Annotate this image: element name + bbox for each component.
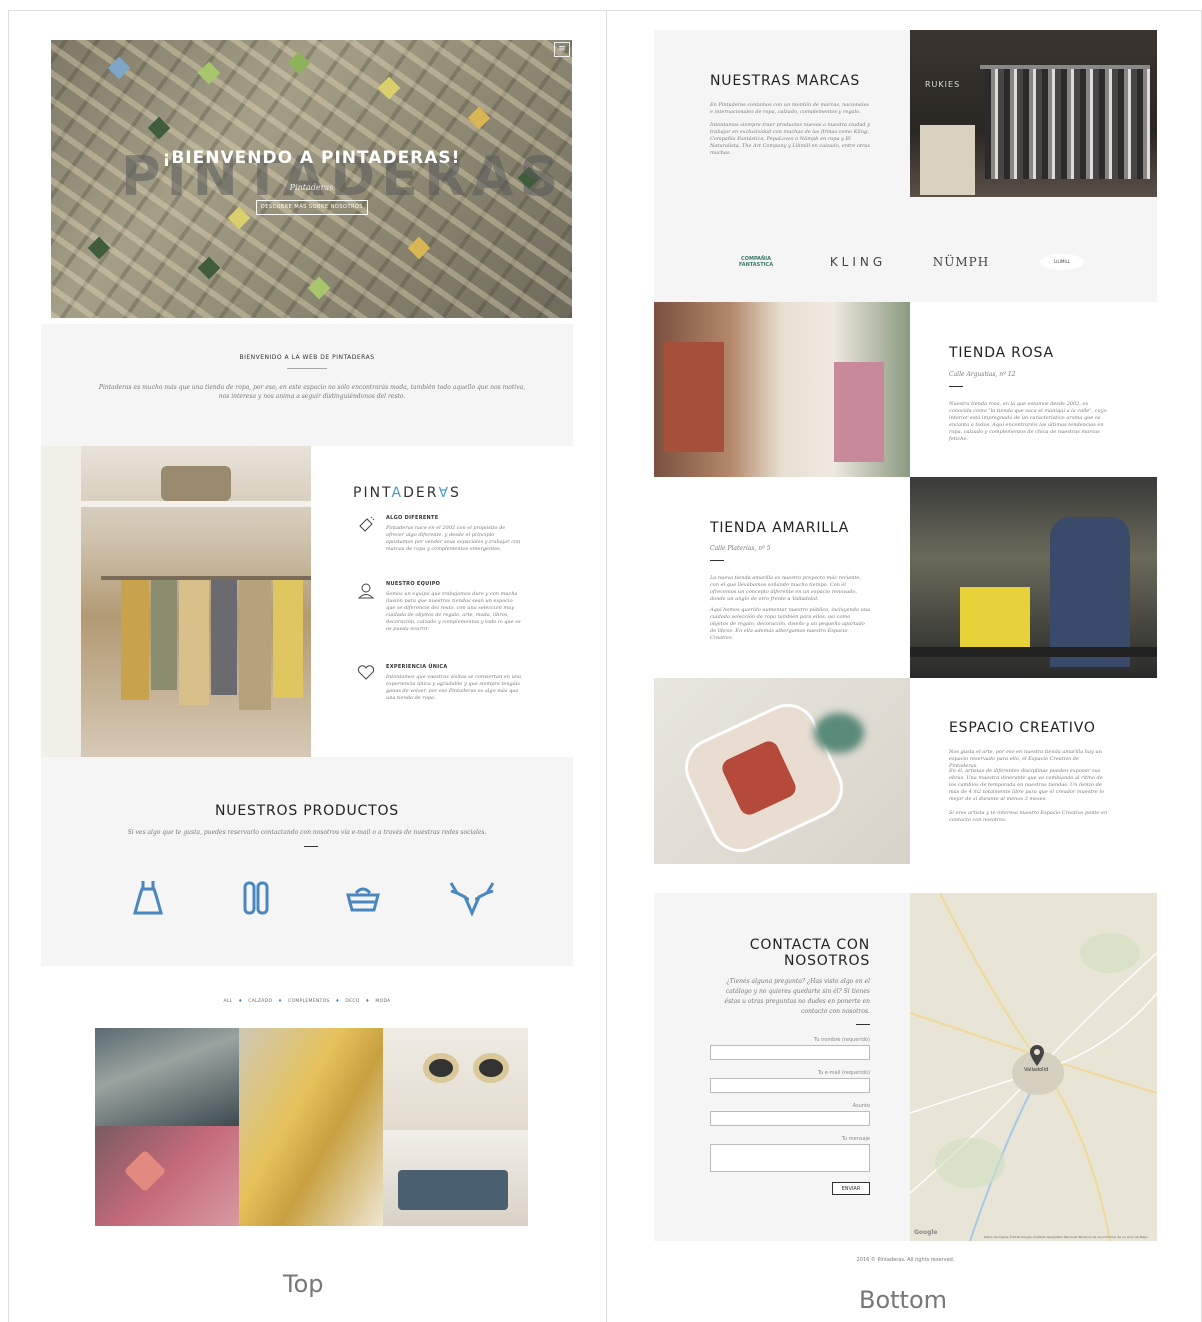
brands-heading: NUESTRAS MARCAS (710, 73, 861, 89)
logo-kling: KLING (829, 255, 887, 269)
shoes-icon[interactable] (243, 881, 269, 915)
contact-divider (856, 1024, 870, 1025)
espacio-creativo-text-1: Nos gusta el arte, por eso en nuestra ti… (949, 749, 1102, 769)
products-section: NUESTROS PRODUCTOS Si ves algo que te gu… (41, 757, 573, 966)
shop-sign: RUKIES (925, 80, 961, 89)
products-text: Si ves algo que te gusta, puedes reserva… (127, 829, 487, 836)
tienda-amarilla-heading: TIENDA AMARILLA (710, 520, 850, 536)
product-photo-wood-strips[interactable] (239, 1028, 383, 1226)
contact-heading: CONTACTA CON NOSOTROS (700, 937, 870, 969)
name-field[interactable] (710, 1045, 870, 1060)
tienda-rosa-address: Calle Argustias, nº 12 (949, 371, 1016, 378)
filter-separator: ♦ (365, 999, 370, 1004)
email-field-label: Tu e-mail (requerido) (817, 1070, 870, 1076)
tienda-amarilla-text-1: La nueva tienda amarilla es nuestro proy… (710, 575, 861, 602)
footer-copyright: 2016 © Pintaderas. All rights reserved. (856, 1257, 955, 1263)
feature-text-nuestro-equipo: Somos un equipo que trabajamos duro y co… (386, 591, 521, 632)
caption-top: Top (283, 1270, 324, 1298)
espacio-creativo-heading: ESPACIO CREATIVO (949, 720, 1096, 736)
feature-title-experiencia-unica: EXPERIENCIA ÚNICA (386, 664, 448, 670)
logo-compania-fantastica: COMPAÑIA FANTASTICA (738, 256, 774, 268)
filter-separator: ♦ (278, 999, 283, 1004)
person-icon (357, 583, 375, 599)
tienda-rosa-photo (654, 302, 910, 477)
welcome-heading: BIENVENIDO A LA WEB DE PINTADERAS (239, 354, 375, 361)
heart-icon (357, 665, 375, 680)
caption-bottom: Bottom (859, 1286, 948, 1314)
espacio-creativo-text-2: En él, artistas de diferentes disciplina… (949, 768, 1104, 802)
filter-separator: ♦ (335, 999, 340, 1004)
deer-icon[interactable] (447, 881, 497, 917)
name-field-label: Tu nombre (requerido) (814, 1037, 870, 1043)
tienda-amarilla-divider (710, 560, 724, 561)
email-field[interactable] (710, 1078, 870, 1093)
filter-complementos[interactable]: COMPLEMENTOS (288, 999, 329, 1004)
products-divider (304, 846, 318, 847)
map-city-label: Valladolid (1024, 1067, 1049, 1073)
tienda-amarilla-photo (910, 477, 1157, 678)
feature-text-algo-diferente: Pintaderas nace en el 2002 con el propós… (386, 525, 521, 552)
product-photo-bags[interactable] (383, 1130, 528, 1226)
sparkle-icon (359, 516, 375, 532)
filter-all[interactable]: ALL (223, 999, 232, 1004)
tienda-amarilla-address: Calle Platerías, nº 5 (710, 545, 771, 552)
message-field[interactable] (710, 1144, 870, 1172)
brands-store-photo: RUKIES (910, 30, 1157, 197)
contact-heading-line-1: CONTACTA CON (749, 937, 870, 953)
espacio-creativo-photo (654, 678, 910, 864)
location-map[interactable]: Valladolid Google Datos de mapas ©2016 G… (910, 893, 1157, 1241)
filter-calzado[interactable]: CALZADO (248, 999, 272, 1004)
message-field-label: Tu mensaje (841, 1136, 870, 1142)
map-attribution: Datos de mapas ©2016 Google, Instituto G… (984, 1235, 1148, 1239)
store-clothes-photo (41, 446, 311, 757)
map-pin-icon[interactable] (1029, 1045, 1045, 1067)
subject-field-label: Asunto (852, 1103, 870, 1109)
tienda-rosa-divider (949, 386, 963, 387)
feature-title-algo-diferente: ALGO DIFERENTE (386, 515, 439, 521)
basket-icon[interactable] (346, 885, 380, 913)
filter-deco[interactable]: DECO (345, 999, 359, 1004)
brands-text-1: En Pintaderas contamos con un montón de … (710, 102, 870, 115)
product-photo-zipper[interactable] (95, 1028, 239, 1126)
subject-field[interactable] (710, 1111, 870, 1126)
logo-numph: NÜMPH (932, 255, 990, 269)
menu-icon[interactable]: ≡ (554, 42, 570, 57)
filter-moda[interactable]: MODA (375, 999, 390, 1004)
brands-text-2: Intentamos siempre traer productos nuevo… (710, 122, 870, 156)
feature-text-experiencia-unica: Intentamos que vuestras visitas se convi… (386, 674, 521, 701)
dress-icon[interactable] (133, 879, 163, 917)
products-heading: NUESTROS PRODUCTOS (215, 803, 399, 819)
logo-lilimill: LILIMILL (1040, 254, 1084, 270)
contact-text: ¿Tienes alguna pregunta? ¿Has visto algo… (724, 978, 870, 1015)
discover-more-button[interactable]: DESCUBRE MÁS SOBRE NOSOTROS (256, 200, 368, 215)
welcome-section: BIENVENIDO A LA WEB DE PINTADERAS Pintad… (41, 324, 573, 446)
pintaderas-logo: PINTADER∀S (353, 485, 461, 501)
welcome-text: Pintaderas es mucho más que una tienda d… (98, 384, 526, 400)
product-photo-sunglasses[interactable] (383, 1028, 528, 1130)
welcome-divider (287, 368, 327, 369)
feature-title-nuestro-equipo: NUESTRO EQUIPO (386, 581, 441, 587)
tienda-amarilla-text-2: Aquí hemos querido aumentar nuestro públ… (710, 607, 871, 641)
tienda-rosa-heading: TIENDA ROSA (949, 345, 1054, 361)
product-filter-bar: ALL ♦ CALZADO ♦ COMPLEMENTOS ♦ DECO ♦ MO… (41, 999, 573, 1004)
tienda-rosa-text: Nuestra tienda rosa, en la que estamos d… (949, 401, 1107, 442)
hero-subtitle: Pintaderas (289, 183, 334, 192)
espacio-creativo-text-3: Si eres artista y te interesa nuestro Es… (949, 810, 1108, 823)
hero-title: ¡BIENVENDO A PINTADERAS! (162, 148, 461, 168)
send-button[interactable]: ENVIAR (832, 1182, 870, 1195)
product-photo-starfish[interactable] (95, 1126, 239, 1226)
filter-separator: ♦ (238, 999, 243, 1004)
hero-banner: PINTADERAS ¡BIENVENDO A PINTADERAS! Pint… (51, 40, 572, 318)
contact-heading-line-2: NOSOTROS (784, 953, 870, 969)
map-google-brand: Google (914, 1229, 938, 1236)
